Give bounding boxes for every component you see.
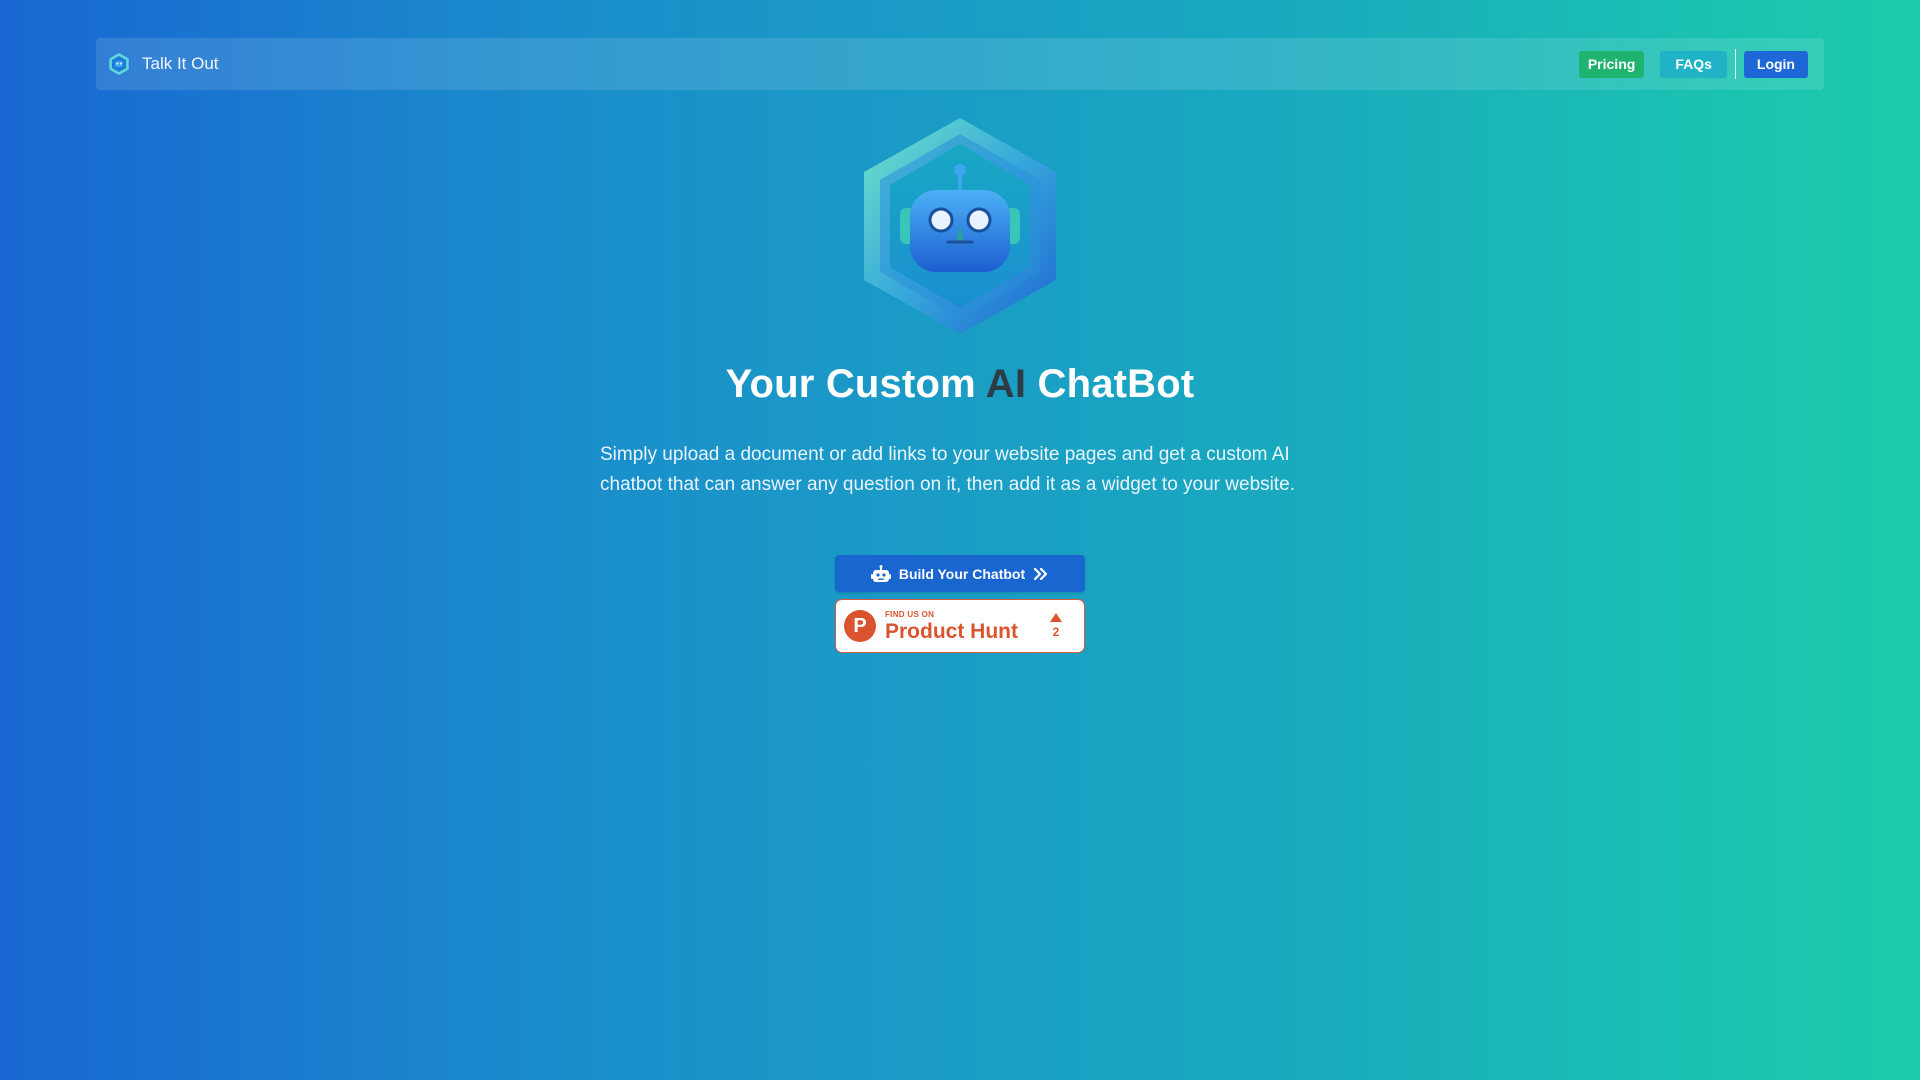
product-hunt-logo-icon: P — [844, 610, 876, 642]
product-hunt-vote-count: 2 — [1052, 625, 1060, 639]
hero-title-suffix: ChatBot — [1026, 362, 1195, 406]
brand-name: Talk It Out — [142, 54, 219, 73]
product-hunt-big-label: Product Hunt — [885, 619, 1018, 643]
nav-divider — [1734, 49, 1736, 79]
build-chatbot-button[interactable]: Build Your Chatbot — [835, 555, 1085, 592]
hero-title-prefix: Your Custom — [725, 362, 986, 406]
robot-icon — [870, 564, 891, 582]
brand-link[interactable]: Talk It Out — [106, 51, 219, 77]
product-hunt-votes: 2 — [1050, 613, 1062, 639]
hero-description: Simply upload a document or add links to… — [600, 444, 1295, 495]
product-hunt-text: FIND US ON Product Hunt — [885, 609, 1018, 643]
product-hunt-small-label: FIND US ON — [885, 609, 935, 619]
product-hunt-badge[interactable]: P FIND US ON Product Hunt 2 — [835, 599, 1085, 653]
hexagon-robot-illustration-icon — [864, 118, 1056, 334]
double-chevron-right-icon — [1034, 567, 1048, 580]
nav-actions: Pricing FAQs Login — [1578, 49, 1808, 79]
faqs-button[interactable]: FAQs — [1660, 50, 1727, 78]
pricing-button[interactable]: Pricing — [1578, 50, 1645, 78]
hero-title: Your Custom AI ChatBot — [0, 362, 1920, 407]
hero-title-accent: AI — [985, 362, 1027, 406]
top-navbar: Talk It Out Pricing FAQs Login — [96, 38, 1824, 90]
login-button[interactable]: Login — [1743, 50, 1808, 78]
hexagon-robot-logo-icon — [107, 51, 131, 77]
build-chatbot-label: Build Your Chatbot — [898, 565, 1026, 582]
upvote-triangle-icon — [1050, 613, 1062, 622]
